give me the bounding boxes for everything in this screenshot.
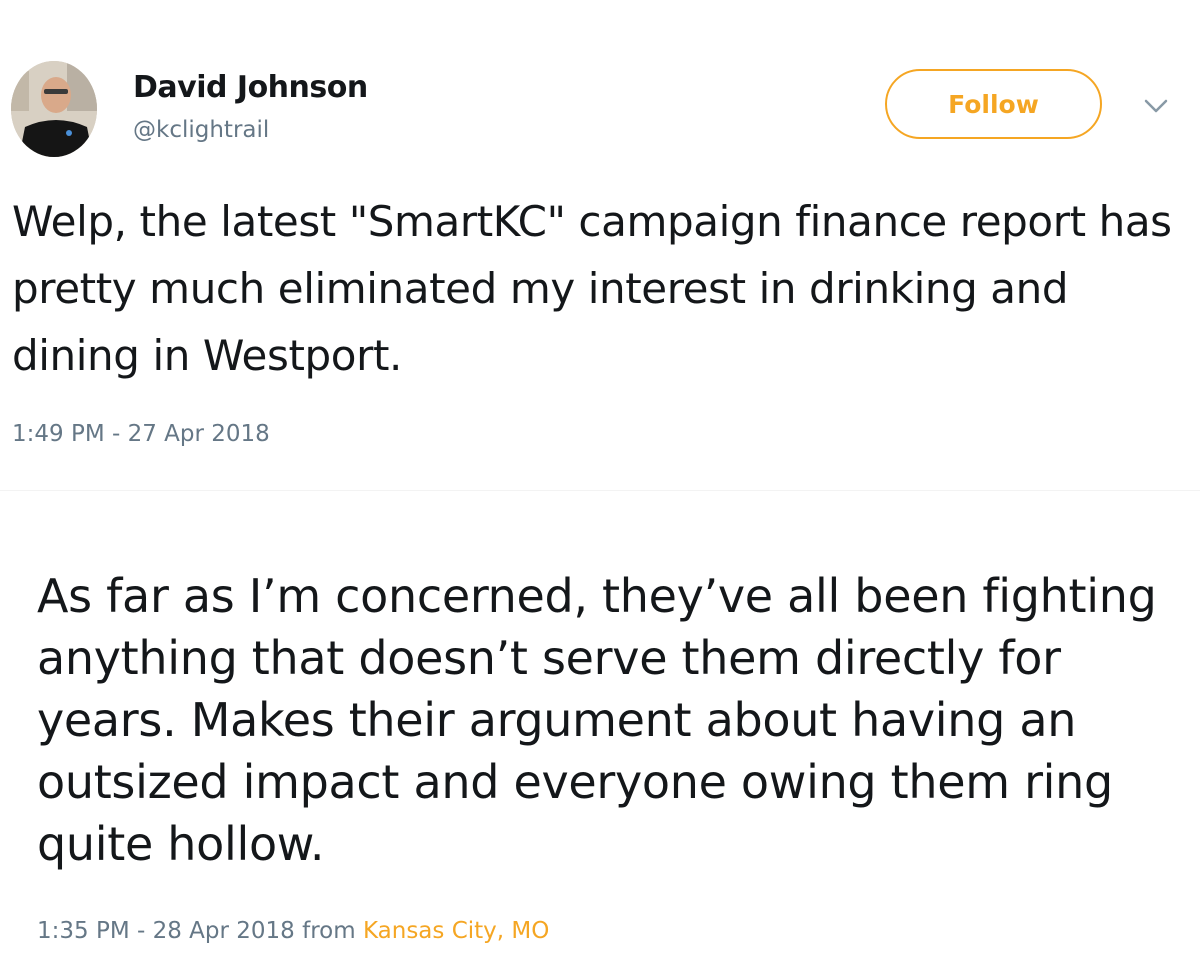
- author-handle[interactable]: @kclightrail: [133, 117, 269, 143]
- reply-tweet-meta: 1:35 PM - 28 Apr 2018 from Kansas City, …: [37, 918, 549, 944]
- author-display-name[interactable]: David Johnson: [133, 70, 368, 105]
- follow-button[interactable]: Follow: [885, 69, 1102, 139]
- location-link[interactable]: Kansas City, MO: [363, 918, 549, 944]
- chevron-down-icon[interactable]: [1142, 96, 1170, 116]
- reply-timestamp[interactable]: 1:35 PM - 28 Apr 2018: [37, 918, 295, 944]
- avatar-photo: [11, 61, 97, 157]
- reply-tweet-text: As far as I’m concerned, they’ve all bee…: [37, 569, 1157, 871]
- avatar[interactable]: [11, 61, 97, 157]
- tweet-text: Welp, the latest "SmartKC" campaign fina…: [12, 197, 1172, 380]
- divider: [0, 490, 1200, 491]
- tweet-card: David Johnson @kclightrail Follow Welp, …: [0, 0, 1200, 470]
- tweet-timestamp[interactable]: 1:49 PM - 27 Apr 2018: [12, 421, 270, 447]
- from-label: from: [294, 918, 363, 944]
